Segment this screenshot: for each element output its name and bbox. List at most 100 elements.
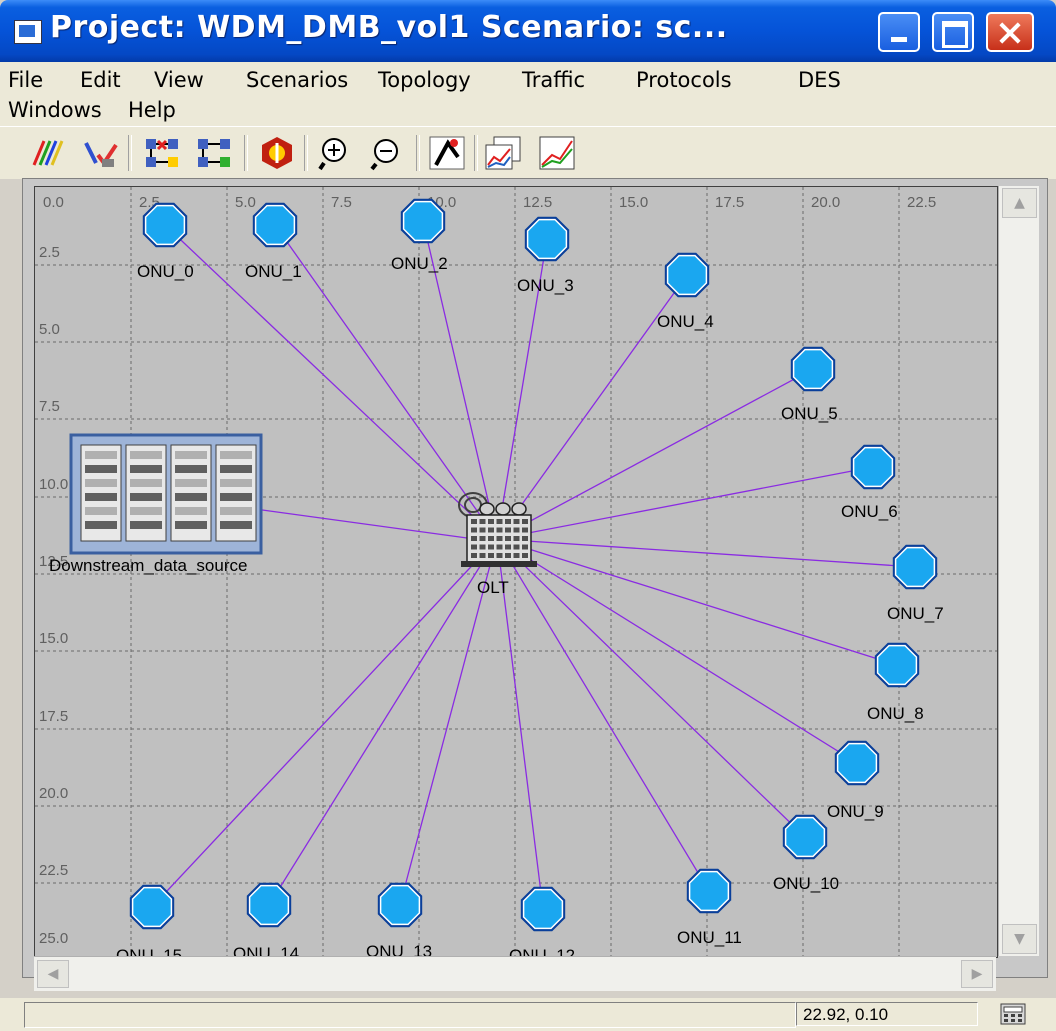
- source-label: Downstream_data_source: [49, 556, 247, 575]
- window-icon[interactable]: [14, 20, 42, 44]
- server-rack-slot: [130, 451, 162, 459]
- scroll-up-button[interactable]: ▲: [1002, 188, 1037, 218]
- link-olt-onu: [496, 368, 814, 540]
- maximize-button[interactable]: [932, 12, 974, 52]
- onu-label: ONU_11: [677, 928, 742, 947]
- olt-dish: [495, 502, 511, 516]
- verify-links-icon[interactable]: [82, 135, 120, 171]
- server-rack-slot: [130, 507, 162, 515]
- open-object-palette-icon[interactable]: [28, 135, 66, 171]
- onu-node-icon: [894, 546, 936, 588]
- server-rack-slot: [220, 493, 252, 501]
- olt-window: [488, 519, 494, 524]
- olt-window: [471, 536, 477, 541]
- olt-dish: [479, 502, 495, 516]
- olt-window: [488, 527, 494, 533]
- toolbar: [0, 126, 1056, 179]
- status-bar: 22.92, 0.10: [0, 998, 1056, 1031]
- olt-window: [513, 544, 520, 550]
- onu-node-icon: [852, 446, 894, 488]
- cursor-coordinates: 22.92, 0.10: [796, 1002, 978, 1026]
- olt-window: [471, 527, 477, 533]
- olt-window: [488, 536, 494, 541]
- y-axis-tick-label: 22.5: [39, 862, 68, 879]
- recover-node-icon[interactable]: [196, 135, 234, 171]
- calculator-icon[interactable]: [1000, 1003, 1026, 1025]
- menu-edit[interactable]: Edit: [80, 68, 121, 92]
- y-axis-tick-label: 10.0: [39, 476, 68, 493]
- olt-window: [488, 553, 494, 558]
- menu-windows[interactable]: Windows: [8, 98, 102, 122]
- olt-window: [471, 553, 477, 558]
- status-message: [24, 1002, 796, 1028]
- compare-results-icon[interactable]: [538, 135, 576, 171]
- vertical-scrollbar[interactable]: ▲ ▼: [998, 186, 1039, 956]
- olt-base: [461, 561, 537, 567]
- onu-node-icon: [522, 888, 564, 930]
- x-axis-tick-label: 20.0: [811, 194, 840, 211]
- server-rack-slot: [220, 521, 252, 529]
- server-rack-slot: [175, 493, 207, 501]
- close-button[interactable]: [986, 12, 1034, 52]
- olt-window: [479, 527, 486, 533]
- title-bar[interactable]: Project: WDM_DMB_vol1 Scenario: sc...: [0, 0, 1056, 62]
- y-axis-tick-label: 5.0: [39, 321, 60, 338]
- implement-changes-icon[interactable]: [258, 135, 296, 171]
- link-olt-onu: [496, 538, 710, 892]
- olt-window: [522, 519, 528, 524]
- onu-node-icon: [254, 204, 296, 246]
- x-axis-tick-label: 7.5: [331, 194, 352, 211]
- menu-protocols[interactable]: Protocols: [636, 68, 732, 92]
- onu-label: ONU_4: [657, 312, 714, 331]
- onu-node-icon: [379, 884, 421, 926]
- server-rack-slot: [175, 479, 207, 487]
- server-rack-slot: [85, 493, 117, 501]
- scroll-down-button[interactable]: ▼: [1002, 924, 1037, 954]
- server-rack-slot: [130, 493, 162, 501]
- minimize-button[interactable]: [878, 12, 920, 52]
- x-axis-tick-label: 15.0: [619, 194, 648, 211]
- olt-window: [471, 519, 477, 524]
- scroll-right-button[interactable]: ▶: [961, 960, 993, 988]
- y-axis-tick-label: 7.5: [39, 398, 60, 415]
- onu-node-icon: [144, 204, 186, 246]
- olt-window: [488, 544, 494, 550]
- link-olt-onu: [496, 538, 916, 568]
- olt-window: [513, 536, 520, 541]
- x-axis-tick-label: 17.5: [715, 194, 744, 211]
- server-rack-slot: [175, 507, 207, 515]
- olt-window: [479, 536, 486, 541]
- onu-node-icon: [131, 886, 173, 928]
- onu-label: ONU_13: [366, 942, 432, 957]
- menu-scenarios[interactable]: Scenarios: [246, 68, 348, 92]
- onu-label: ONU_9: [827, 802, 884, 821]
- window-title: Project: WDM_DMB_vol1 Scenario: sc...: [50, 10, 728, 45]
- configure-des-icon[interactable]: [428, 135, 466, 171]
- olt-window: [505, 527, 511, 533]
- topology-canvas[interactable]: 0.0 2.5 5.0 7.5 10.0 12.5 15.0 17.5 20.0 22.5 2.5 5…: [34, 186, 998, 958]
- olt-window: [471, 544, 477, 550]
- olt-window: [479, 544, 486, 550]
- menu-view[interactable]: View: [154, 68, 204, 92]
- view-results-icon[interactable]: [484, 135, 522, 171]
- onu-node-icon: [402, 200, 444, 242]
- olt-window: [505, 553, 511, 558]
- menu-des[interactable]: DES: [798, 68, 841, 92]
- zoom-out-icon[interactable]: [368, 135, 406, 171]
- menu-topology[interactable]: Topology: [378, 68, 471, 92]
- menu-help[interactable]: Help: [128, 98, 176, 122]
- zoom-in-icon[interactable]: [318, 135, 356, 171]
- fail-node-icon[interactable]: [144, 135, 182, 171]
- horizontal-scrollbar[interactable]: ◀ ▶: [34, 956, 996, 991]
- topology-svg[interactable]: 0.0 2.5 5.0 7.5 10.0 12.5 15.0 17.5 20.0 22.52.55…: [35, 187, 997, 957]
- olt-window: [479, 519, 486, 524]
- olt-label: OLT: [477, 578, 509, 597]
- menu-file[interactable]: File: [8, 68, 43, 92]
- olt-window: [505, 536, 511, 541]
- link-olt-onu: [274, 224, 498, 540]
- server-rack-slot: [175, 465, 207, 473]
- menu-traffic[interactable]: Traffic: [522, 68, 585, 92]
- scroll-left-button[interactable]: ◀: [37, 960, 69, 988]
- onu-label: ONU_1: [245, 262, 302, 281]
- x-axis-tick-label: 22.5: [907, 194, 936, 211]
